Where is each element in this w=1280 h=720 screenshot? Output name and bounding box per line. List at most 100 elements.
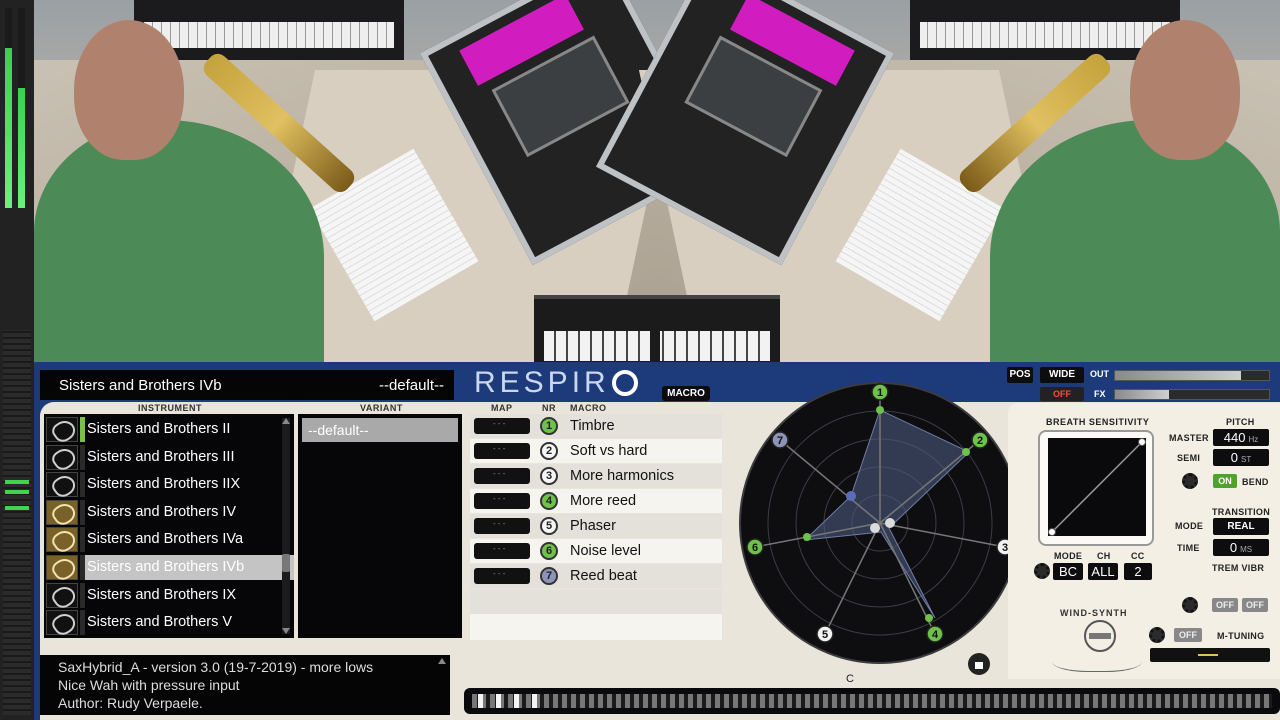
instrument-scrollbar[interactable]: [282, 418, 290, 634]
fx-off-button[interactable]: OFF: [1040, 387, 1084, 401]
logo-ring-icon: [611, 370, 638, 396]
breath-channel-select[interactable]: ALL: [1088, 563, 1118, 580]
breath-curve-editor[interactable]: [1038, 430, 1154, 546]
fx-level-bar[interactable]: [1114, 389, 1270, 400]
pitch-gear-icon[interactable]: [1182, 473, 1198, 489]
macro-label: Soft vs hard: [570, 443, 648, 459]
level-meters: [0, 0, 34, 720]
breath-mode-select[interactable]: BC: [1053, 563, 1083, 580]
wide-button[interactable]: WIDE: [1040, 367, 1084, 383]
current-instrument: Sisters and Brothers IVb: [59, 376, 222, 394]
instrument-row[interactable]: Sisters and Brothers IX: [44, 582, 294, 609]
info-scroll-up-icon[interactable]: [438, 658, 446, 664]
macro-number-badge: 1: [540, 417, 558, 435]
macro-row[interactable]: 4 More reed: [470, 489, 722, 513]
macro-label: More harmonics: [570, 468, 674, 484]
transition-mode-select[interactable]: REAL: [1213, 518, 1269, 535]
lock-icon[interactable]: [968, 653, 990, 675]
trem-off-toggle[interactable]: OFF: [1212, 598, 1238, 612]
vibr-off-toggle[interactable]: OFF: [1242, 598, 1268, 612]
macro-row[interactable]: 5 Phaser: [470, 514, 722, 538]
semi-tune-field[interactable]: 0 ST: [1213, 449, 1269, 466]
mtuning-display: [1150, 648, 1270, 662]
scroll-thumb[interactable]: [282, 554, 290, 572]
transition-time-field[interactable]: 0 MS: [1213, 539, 1269, 556]
breath-cc-select[interactable]: 2: [1124, 563, 1152, 580]
video-left-half: [34, 0, 719, 362]
breath-gear-icon[interactable]: [1034, 563, 1050, 579]
instrument-row[interactable]: Sisters and Brothers IVa: [44, 526, 294, 553]
semi-label: SEMI: [1177, 453, 1201, 463]
instrument-row[interactable]: Sisters and Brothers IIX: [44, 471, 294, 498]
map-column-header: MAP: [491, 403, 513, 413]
mtuning-label: M-TUNING: [1217, 631, 1265, 641]
pitch-title: PITCH: [1226, 417, 1255, 427]
radar-axis-label: 5: [822, 629, 828, 641]
macro-label: Phaser: [570, 518, 616, 534]
trem-gear-icon[interactable]: [1182, 597, 1198, 613]
output-meter: [3, 330, 31, 715]
macro-map-button[interactable]: [474, 568, 530, 584]
preset-info: SaxHybrid_A - version 3.0 (19-7-2019) - …: [40, 655, 450, 715]
logo-text: RESPIR: [474, 366, 610, 399]
macro-number-badge: 7: [540, 567, 558, 585]
macro-tab[interactable]: MACRO: [662, 386, 710, 401]
master-label: MASTER: [1169, 433, 1209, 443]
macro-empty-rows: [470, 590, 722, 640]
preset-display[interactable]: Sisters and Brothers IVb --default--: [40, 370, 454, 400]
scroll-up-icon[interactable]: [282, 418, 290, 424]
scroll-down-icon[interactable]: [282, 628, 290, 634]
instrument-label: Sisters and Brothers IVa: [87, 531, 244, 548]
master-tune-field[interactable]: 440 Hz: [1213, 429, 1269, 446]
midi-key-strip: [464, 688, 1280, 714]
macro-label: Reed beat: [570, 568, 637, 584]
transition-mode-label: MODE: [1175, 521, 1204, 531]
instrument-row[interactable]: Sisters and Brothers V: [44, 609, 294, 636]
sax-icon: [46, 582, 78, 608]
breath-cc-label: CC: [1131, 551, 1145, 561]
breath-curve[interactable]: [1048, 438, 1146, 536]
macro-label: Timbre: [570, 418, 615, 434]
nr-column-header: NR: [542, 403, 556, 413]
macro-row[interactable]: 3 More harmonics: [470, 464, 722, 488]
mtuning-gear-icon[interactable]: [1149, 627, 1165, 643]
macro-map-button[interactable]: [474, 468, 530, 484]
transition-time-label: TIME: [1177, 543, 1200, 553]
radar-svg[interactable]: 1234567: [737, 380, 1023, 666]
instrument-label: Sisters and Brothers IV: [87, 503, 237, 520]
instrument-label: Sisters and Brothers IIX: [87, 476, 241, 493]
info-line-2: Nice Wah with pressure input: [58, 677, 240, 693]
macro-row[interactable]: 1 Timbre: [470, 414, 722, 438]
macro-column-header: MACRO: [570, 403, 607, 413]
sax-gold-icon: [46, 527, 78, 553]
macro-number-badge: 5: [540, 517, 558, 535]
variant-list[interactable]: --default--: [298, 414, 462, 638]
macro-row[interactable]: 6 Noise level: [470, 539, 722, 563]
video-right-half: [595, 0, 1280, 362]
macro-radar[interactable]: 1234567: [737, 380, 1023, 666]
instrument-row[interactable]: Sisters and Brothers IVb: [44, 554, 294, 581]
radar-axis-label: 7: [777, 435, 783, 447]
macro-map-button[interactable]: [474, 493, 530, 509]
macro-row[interactable]: 2 Soft vs hard: [470, 439, 722, 463]
out-level-bar[interactable]: [1114, 370, 1270, 381]
instrument-row[interactable]: Sisters and Brothers IV: [44, 499, 294, 526]
variant-column-header: VARIANT: [360, 403, 403, 413]
bend-on-toggle[interactable]: ON: [1213, 474, 1237, 488]
macro-map-button[interactable]: [474, 518, 530, 534]
instrument-label: Sisters and Brothers V: [87, 614, 233, 631]
instrument-row[interactable]: Sisters and Brothers II: [44, 416, 294, 443]
macro-map-button[interactable]: [474, 418, 530, 434]
macro-row[interactable]: 7 Reed beat: [470, 564, 722, 588]
variant-item[interactable]: --default--: [302, 418, 458, 442]
pos-button[interactable]: POS: [1007, 367, 1033, 383]
instrument-label: Sisters and Brothers II: [87, 421, 231, 437]
instrument-label: Sisters and Brothers IVb: [85, 555, 294, 580]
mtuning-off-toggle[interactable]: OFF: [1174, 628, 1202, 642]
radar-center-label: C: [846, 673, 854, 685]
macro-map-button[interactable]: [474, 543, 530, 559]
instrument-row[interactable]: Sisters and Brothers III: [44, 444, 294, 471]
instrument-list[interactable]: Sisters and Brothers II Sisters and Broth…: [44, 414, 294, 638]
macro-map-button[interactable]: [474, 443, 530, 459]
transition-title: TRANSITION: [1212, 507, 1270, 517]
